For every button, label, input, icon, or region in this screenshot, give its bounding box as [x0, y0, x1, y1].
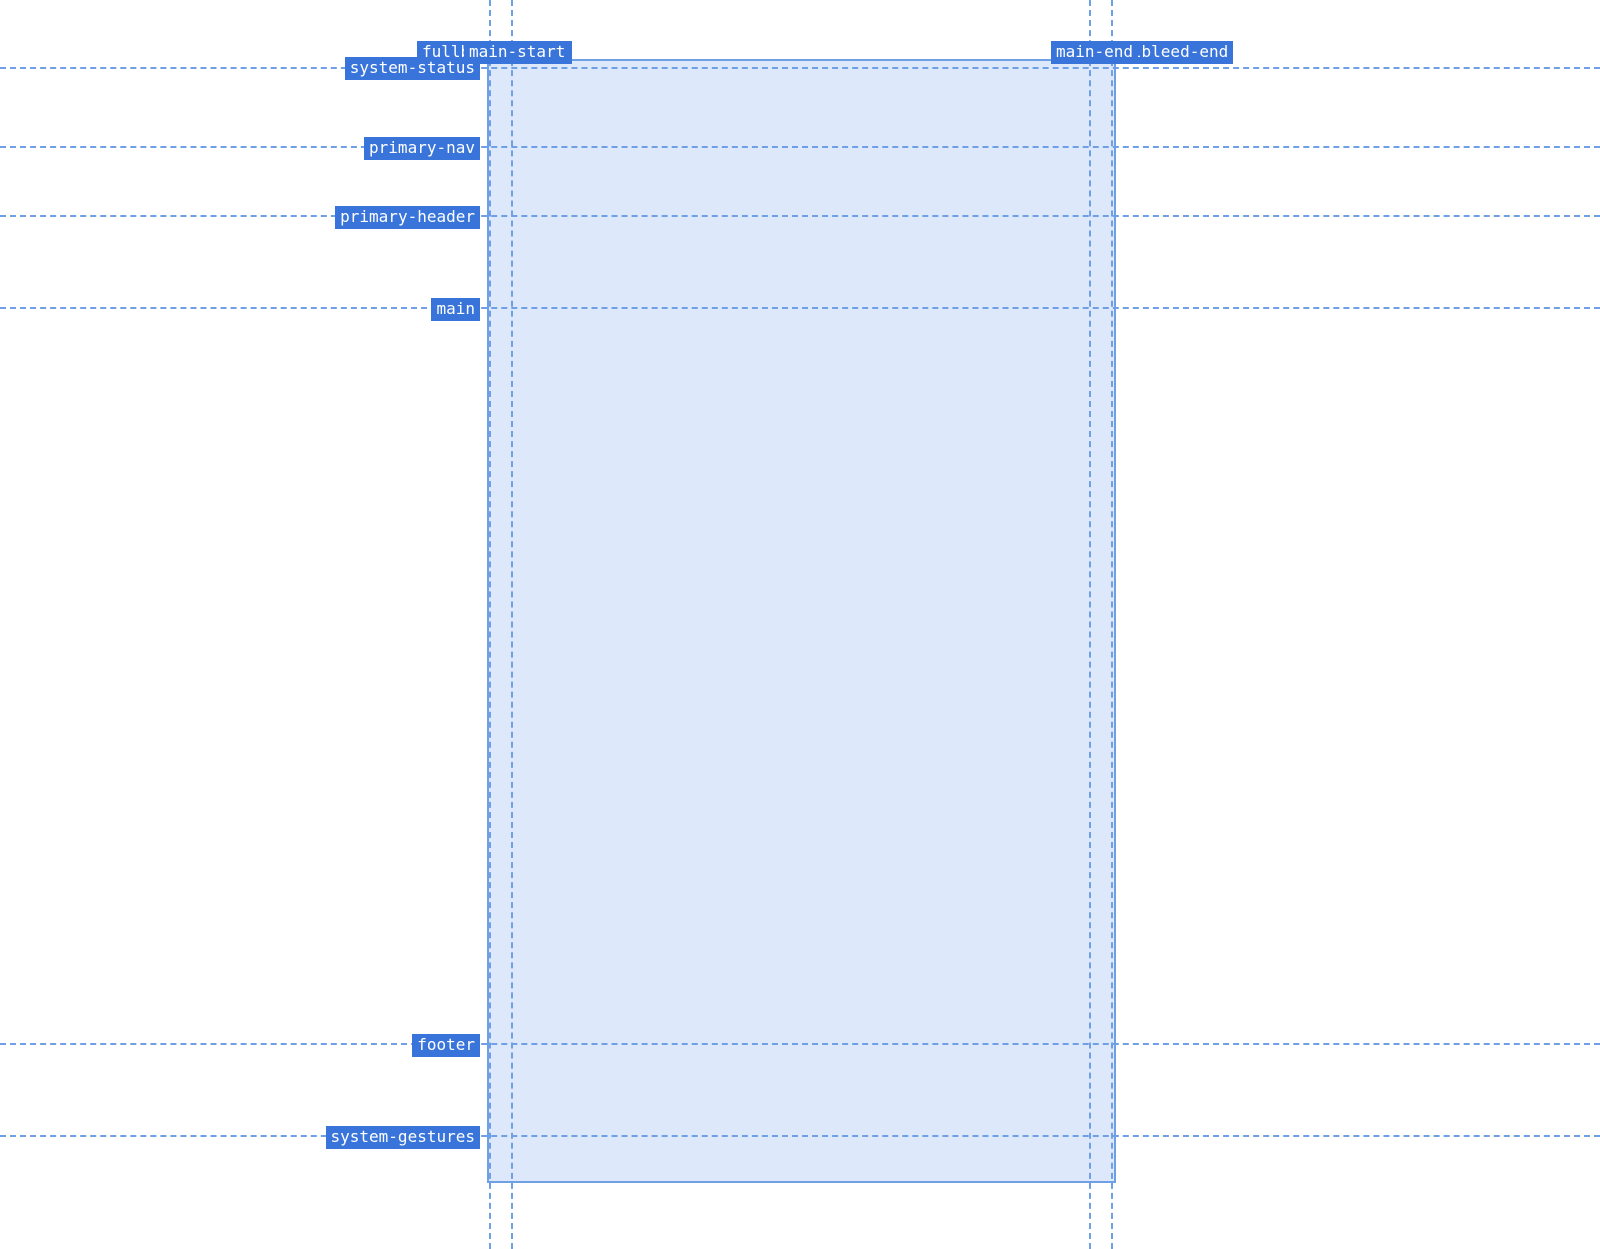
row-label-main: main: [431, 298, 480, 321]
row-line-system-status: [0, 67, 1600, 69]
row-line-primary-header: [0, 215, 1600, 217]
col-line-main-end: [1089, 0, 1091, 1249]
row-line-footer: [0, 1043, 1600, 1045]
col-line-fullbleed-end: [1111, 0, 1113, 1249]
col-label-main-end: main-end: [1051, 41, 1138, 64]
row-label-system-status: system-status: [345, 57, 480, 80]
row-label-system-gestures: system-gestures: [326, 1126, 481, 1149]
col-line-main-start: [511, 0, 513, 1249]
row-line-main: [0, 307, 1600, 309]
row-line-primary-nav: [0, 146, 1600, 148]
row-line-system-gestures: [0, 1135, 1600, 1137]
col-line-fullbleed-start: [489, 0, 491, 1249]
row-label-primary-nav: primary-nav: [364, 137, 480, 160]
grid-diagram: fullbleed-start fullbleed-end main-start…: [0, 0, 1600, 1249]
highlight-region: [487, 59, 1116, 1183]
row-label-footer: footer: [412, 1034, 480, 1057]
row-label-primary-header: primary-header: [335, 206, 480, 229]
